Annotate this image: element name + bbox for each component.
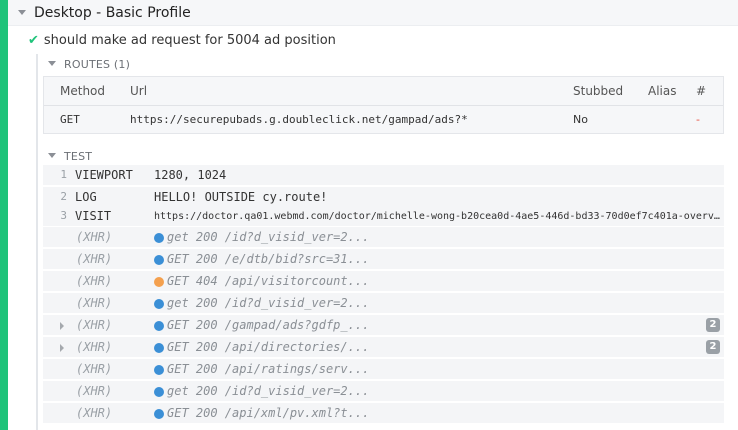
routes-header-row: Method Url Stubbed Alias # <box>44 77 723 106</box>
command-row[interactable]: 2 LOG HELLO! OUTSIDE cy.route! <box>43 187 724 208</box>
xhr-row[interactable]: (XHR) GET 200 /gampad/ads?gdfp_... 2 <box>43 315 724 336</box>
xhr-message: GET 200 /api/directories/... <box>167 340 370 354</box>
status-dot-icon <box>154 387 164 397</box>
command-name: (XHR) <box>76 252 113 266</box>
collapse-caret-icon[interactable] <box>18 10 26 15</box>
line-number: 2 <box>60 190 67 203</box>
xhr-message: get 200 /id?d_visid_ver=2... <box>167 296 370 310</box>
status-dot-icon <box>154 365 164 375</box>
xhr-message: GET 200 /api/xml/pv.xml?t... <box>167 406 370 420</box>
route-alias <box>632 105 680 133</box>
count-badge: 2 <box>706 340 720 354</box>
status-dot-icon <box>154 277 164 287</box>
suite-header[interactable]: Desktop - Basic Profile <box>8 0 738 26</box>
test-status-bar <box>0 0 8 430</box>
col-alias: Alias <box>632 77 680 106</box>
col-method: Method <box>44 77 114 106</box>
collapse-caret-icon <box>48 61 56 66</box>
xhr-row[interactable]: (XHR) GET 200 /api/directories/... 2 <box>43 337 724 358</box>
xhr-row[interactable]: (XHR) get 200 /id?d_visid_ver=2... <box>43 227 724 248</box>
line-number: 3 <box>60 209 67 222</box>
route-method: GET <box>60 112 80 126</box>
line-number: 1 <box>60 168 67 181</box>
routes-table-box: Method Url Stubbed Alias # GET https://s… <box>43 76 724 134</box>
suite-title: Desktop - Basic Profile <box>34 5 191 21</box>
count-badge: 2 <box>706 318 720 332</box>
routes-title: ROUTES (1) <box>64 58 131 71</box>
xhr-message: GET 200 /e/dtb/bid?src=31... <box>167 252 370 266</box>
command-name: (XHR) <box>76 384 113 398</box>
command-name: LOG <box>75 190 97 204</box>
routes-table: Method Url Stubbed Alias # GET https://s… <box>44 77 723 133</box>
test-section-toggle[interactable]: TEST <box>48 150 92 163</box>
expand-arrow-icon[interactable] <box>60 322 64 330</box>
command-name: (XHR) <box>76 318 113 332</box>
command-name: (XHR) <box>76 406 113 420</box>
test-title-text: should make ad request for 5004 ad posit… <box>43 33 336 48</box>
xhr-row[interactable]: (XHR) GET 200 /api/ratings/serv... <box>43 359 724 380</box>
command-name: (XHR) <box>76 362 113 376</box>
col-stubbed: Stubbed <box>557 77 632 106</box>
status-dot-icon <box>154 409 164 419</box>
check-icon: ✔ <box>28 33 39 48</box>
xhr-message: GET 200 /gampad/ads?gdfp_... <box>167 318 370 332</box>
xhr-row[interactable]: (XHR) GET 200 /api/xml/pv.xml?t... <box>43 403 724 424</box>
xhr-row[interactable]: (XHR) GET 404 /api/visitorcount... <box>43 271 724 292</box>
status-dot-icon <box>154 321 164 331</box>
command-message: HELLO! OUTSIDE cy.route! <box>154 190 328 204</box>
command-row[interactable]: 1 VIEWPORT 1280, 1024 <box>43 165 724 186</box>
command-name: VIEWPORT <box>75 168 133 182</box>
route-url: https://securepubads.g.doubleclick.net/g… <box>130 112 468 126</box>
status-dot-icon <box>154 255 164 265</box>
expand-arrow-icon[interactable] <box>60 344 64 352</box>
command-name: VISIT <box>75 209 112 223</box>
command-name: (XHR) <box>76 340 113 354</box>
command-name: (XHR) <box>76 274 113 288</box>
col-num: # <box>680 77 723 106</box>
collapse-caret-icon <box>48 153 56 158</box>
status-dot-icon <box>154 233 164 243</box>
command-row[interactable]: 3 VISIT https://doctor.qa01.webmd.com/do… <box>43 206 724 227</box>
route-stubbed: No <box>573 112 588 126</box>
command-name: (XHR) <box>76 230 113 244</box>
xhr-row[interactable]: (XHR) GET 200 /e/dtb/bid?src=31... <box>43 249 724 270</box>
table-row[interactable]: GET https://securepubads.g.doubleclick.n… <box>44 105 723 133</box>
routes-section-toggle[interactable]: ROUTES (1) <box>48 58 130 71</box>
xhr-message: GET 200 /api/ratings/serv... <box>167 362 370 376</box>
status-dot-icon <box>154 299 164 309</box>
command-name: (XHR) <box>76 296 113 310</box>
xhr-message: GET 404 /api/visitorcount... <box>167 274 370 288</box>
test-section-title: TEST <box>64 150 93 163</box>
xhr-message: get 200 /id?d_visid_ver=2... <box>167 230 370 244</box>
command-message: 1280, 1024 <box>154 168 227 182</box>
status-dot-icon <box>154 343 164 353</box>
test-title[interactable]: ✔ should make ad request for 5004 ad posi… <box>28 33 336 48</box>
indent-guide <box>36 54 38 430</box>
xhr-row[interactable]: (XHR) get 200 /id?d_visid_ver=2... <box>43 293 724 314</box>
xhr-row[interactable]: (XHR) get 200 /id?d_visid_ver=2... <box>43 381 724 402</box>
col-url: Url <box>114 77 557 106</box>
route-num: - <box>696 112 700 126</box>
command-message: https://doctor.qa01.webmd.com/doctor/mic… <box>154 211 724 222</box>
xhr-message: get 200 /id?d_visid_ver=2... <box>167 384 370 398</box>
